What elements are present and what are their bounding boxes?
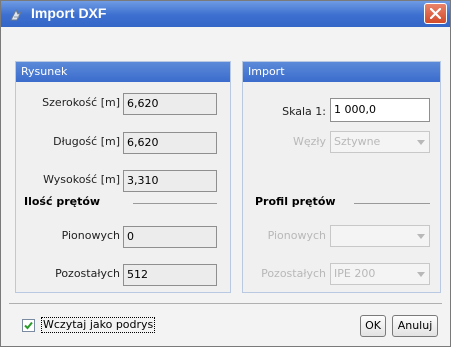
skala-input[interactable]: 1 000,0 (330, 98, 430, 122)
pionowych-label: Pionowych (61, 229, 120, 242)
window-title: Import DXF (31, 5, 107, 21)
wczytaj-checkbox[interactable] (22, 319, 35, 332)
profil-pretow-rule (354, 203, 430, 204)
chevron-down-icon (417, 140, 425, 145)
rysunek-header: Rysunek (16, 62, 230, 82)
wezly-value: Sztywne (334, 135, 381, 148)
chevron-down-icon (417, 234, 425, 239)
wezly-label: Węzły (292, 135, 326, 148)
import-header: Import (243, 62, 440, 82)
ilosc-pretow-rule (133, 203, 217, 204)
pozostalych-label: Pozostałych (55, 267, 120, 280)
chevron-down-icon (417, 272, 425, 277)
dlugosc-label: Długość [m] (53, 135, 120, 148)
pionowych-field[interactable]: 0 (123, 226, 217, 248)
dxf-import-icon (10, 8, 23, 21)
pozostalych-field[interactable]: 512 (123, 264, 217, 286)
skala-label: Skala 1: (282, 105, 326, 118)
footer-divider (9, 303, 442, 304)
dlugosc-field[interactable]: 6,620 (123, 132, 217, 154)
close-button[interactable] (424, 3, 447, 24)
profil-pozostalych-dropdown[interactable]: IPE 200 (330, 263, 430, 285)
szerokosc-label: Szerokość [m] (42, 96, 120, 109)
import-dxf-dialog: Import DXF Rysunek Szerokość [m] 6,620 D… (0, 0, 451, 347)
wysokosc-field[interactable]: 3,310 (123, 170, 217, 192)
title-bar[interactable]: Import DXF (1, 1, 450, 27)
import-panel: Import (242, 61, 441, 293)
profil-pozostalych-label: Pozostałych (261, 267, 326, 280)
profil-pretow-heading: Profil prętów (255, 195, 336, 208)
profil-pozostalych-value: IPE 200 (334, 267, 376, 280)
wysokosc-label: Wysokość [m] (43, 173, 120, 186)
profil-pionowych-label: Pionowych (267, 229, 326, 242)
wczytaj-label[interactable]: Wczytaj jako podrys (41, 317, 156, 333)
wezly-dropdown[interactable]: Sztywne (330, 131, 430, 153)
ilosc-pretow-heading: Ilość prętów (24, 195, 101, 208)
close-icon (430, 8, 441, 19)
cancel-button[interactable]: Anuluj (392, 315, 438, 337)
ok-button[interactable]: OK (360, 315, 386, 337)
szerokosc-field[interactable]: 6,620 (123, 93, 217, 115)
profil-pionowych-dropdown[interactable] (330, 225, 430, 247)
checkmark-icon (24, 321, 33, 330)
